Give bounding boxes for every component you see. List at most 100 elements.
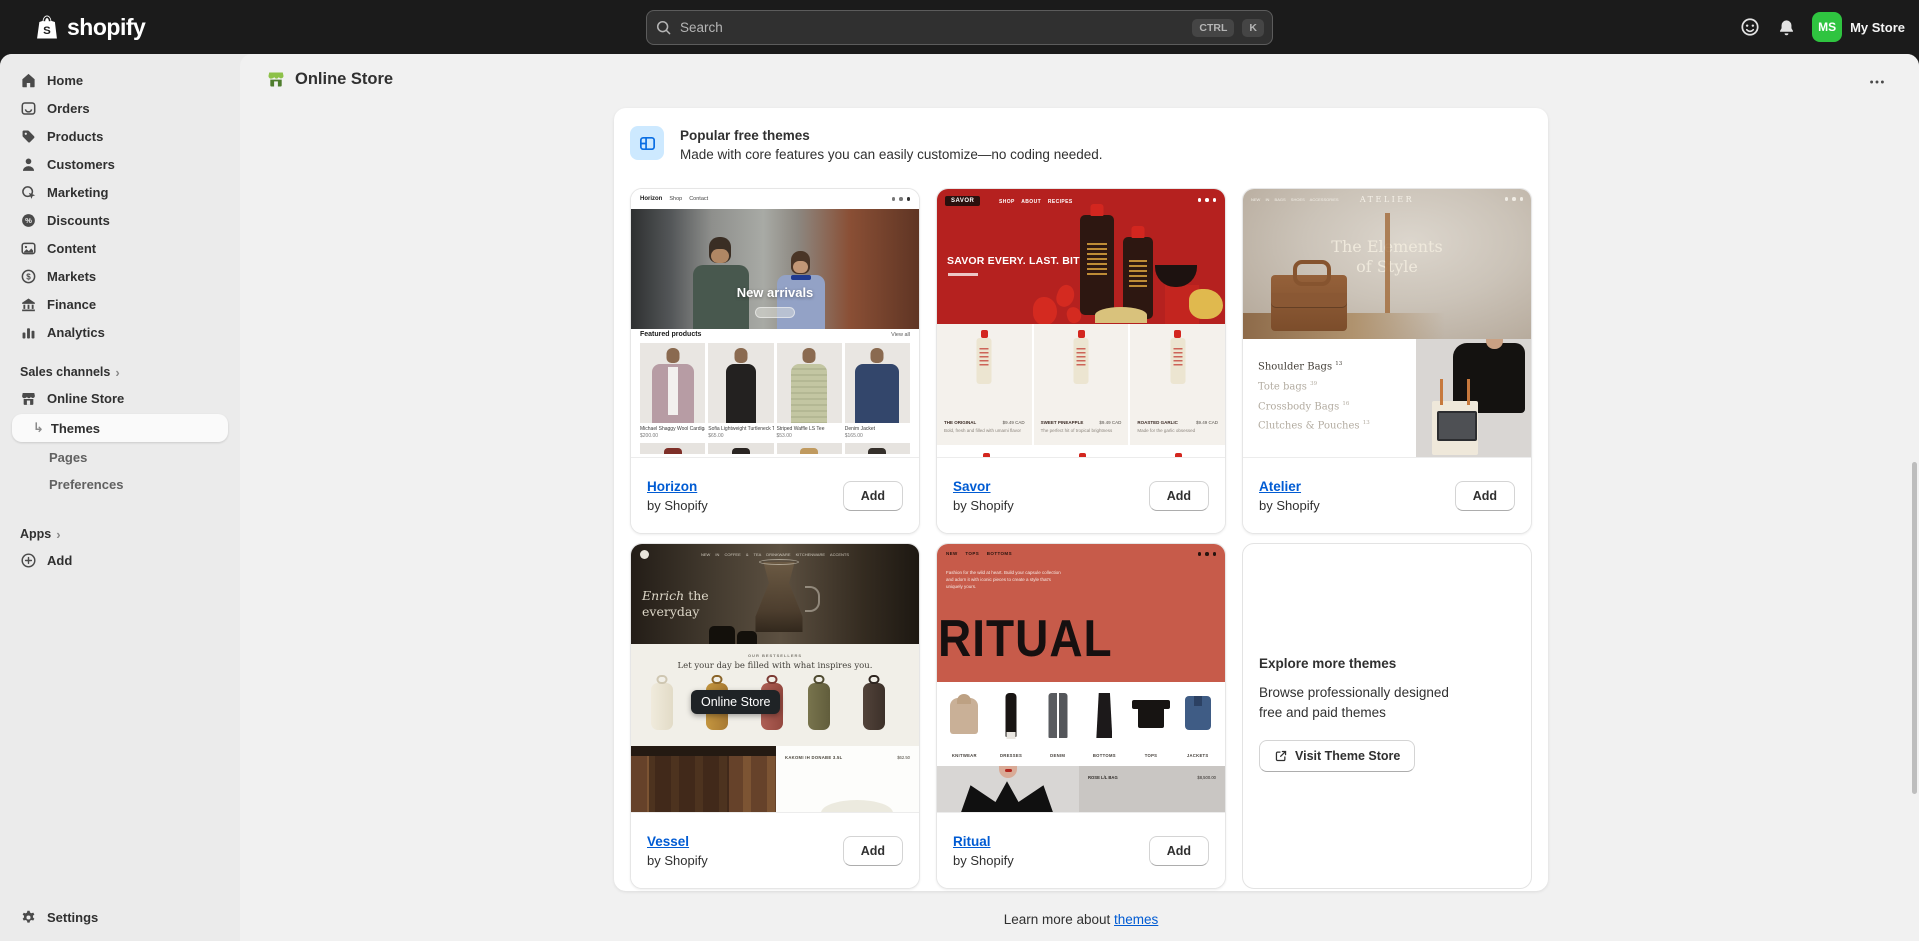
customers-icon bbox=[20, 156, 37, 173]
hero-tagline: Fashion for the wild at heart. Build you… bbox=[946, 569, 1064, 591]
store-menu[interactable]: MS My Store bbox=[1812, 12, 1905, 42]
sauce-bottle bbox=[1080, 215, 1114, 315]
page-title: Online Store bbox=[295, 70, 393, 89]
explore-title: Explore more themes bbox=[1259, 656, 1396, 671]
sidebar-item-content[interactable]: Content bbox=[12, 234, 228, 262]
notifications-bell-icon[interactable] bbox=[1777, 18, 1796, 37]
hero-image: SAVOR SHOP ABOUT RECIPES SAVOR EVERY. LA… bbox=[937, 189, 1225, 324]
theme-name-link[interactable]: Horizon bbox=[647, 479, 708, 494]
hero-image: NEW TOPS BOTTOMS Fashion for the wild at… bbox=[937, 544, 1225, 682]
popular-themes-panel: Popular free themes Made with core featu… bbox=[614, 108, 1548, 891]
learn-more-footer: Learn more about themes bbox=[614, 912, 1548, 927]
ritual-theme-preview[interactable]: NEW TOPS BOTTOMS Fashion for the wild at… bbox=[937, 544, 1225, 814]
product-tile: SWEET PINEAPPLE $9.49 CAD The perfect hi… bbox=[1034, 324, 1129, 445]
sidebar-item-preferences[interactable]: Preferences bbox=[12, 471, 228, 498]
chevron-right-icon: › bbox=[115, 366, 119, 379]
theme-author: by Shopify bbox=[953, 853, 1014, 868]
sidebar-label: Orders bbox=[47, 101, 90, 116]
add-theme-button[interactable]: Add bbox=[1455, 481, 1515, 511]
button-label: Visit Theme Store bbox=[1295, 749, 1400, 763]
sidebar-item-pages[interactable]: Pages bbox=[12, 444, 228, 471]
themes-help-link[interactable]: themes bbox=[1114, 912, 1158, 927]
gear-icon bbox=[20, 909, 37, 926]
sidebar-label: Markets bbox=[47, 269, 96, 284]
sidebar-label: Customers bbox=[47, 157, 115, 172]
add-theme-button[interactable]: Add bbox=[843, 481, 903, 511]
section-tagline: Let your day be filled with what inspire… bbox=[631, 661, 919, 671]
sidebar-item-add-app[interactable]: Add bbox=[12, 546, 228, 574]
sidebar-item-orders[interactable]: Orders bbox=[12, 94, 228, 122]
scrollbar-thumb[interactable] bbox=[1912, 462, 1917, 794]
add-theme-button[interactable]: Add bbox=[843, 836, 903, 866]
products-tag-icon bbox=[20, 128, 37, 145]
page-overflow-menu-button[interactable] bbox=[1863, 70, 1891, 94]
products-section: THE ORIGINAL $9.49 CAD Bold, fresh and f… bbox=[937, 324, 1225, 445]
sidebar-item-analytics[interactable]: Analytics bbox=[12, 318, 228, 346]
theme-card-atelier: NEW IN BAGS SHOES ACCESSORIES ATELIER Th… bbox=[1242, 188, 1532, 534]
theme-name-link[interactable]: Ritual bbox=[953, 834, 1014, 849]
preview-brand: SAVOR bbox=[945, 196, 980, 206]
theme-card-vessel: NEW IN COFFEE & TEA DRINKWARE KITCHENWAR… bbox=[630, 543, 920, 889]
sidebar-label: Pages bbox=[49, 450, 87, 465]
analytics-bars-icon bbox=[20, 324, 37, 341]
apps-label: Apps bbox=[20, 527, 51, 541]
hero-title: New arrivals bbox=[631, 285, 919, 300]
sidekick-icon[interactable] bbox=[1739, 16, 1761, 38]
online-store-green-icon bbox=[266, 69, 286, 89]
product-tile: ROASTED GARLIC $9.49 CAD Made for the ga… bbox=[1130, 324, 1225, 445]
cursor-tooltip: Online Store bbox=[691, 690, 780, 714]
shopify-logo[interactable]: S shopify bbox=[34, 13, 145, 41]
sales-channels-header[interactable]: Sales channels › bbox=[0, 360, 240, 384]
category-item: Shoulder Bags 13 bbox=[1258, 361, 1416, 372]
theme-author: by Shopify bbox=[647, 498, 708, 513]
add-theme-button[interactable]: Add bbox=[1149, 481, 1209, 511]
ginger-root bbox=[1189, 289, 1223, 319]
shopify-bag-icon: S bbox=[34, 13, 60, 41]
sidebar-label: Finance bbox=[47, 297, 96, 312]
apps-header[interactable]: Apps › bbox=[0, 522, 240, 546]
sidebar-item-marketing[interactable]: Marketing bbox=[12, 178, 228, 206]
horizon-theme-preview[interactable]: Horizon Shop Contact bbox=[631, 189, 919, 459]
theme-name-link[interactable]: Vessel bbox=[647, 834, 708, 849]
product-tile: Michael Shaggy Wool Cardigan $200.00 bbox=[640, 343, 705, 439]
theme-author: by Shopify bbox=[1259, 498, 1320, 513]
category-item: Crossbody Bags 16 bbox=[1258, 401, 1416, 412]
vessel-theme-preview[interactable]: NEW IN COFFEE & TEA DRINKWARE KITCHENWAR… bbox=[631, 544, 919, 814]
category-tile: DENIM bbox=[1034, 690, 1081, 766]
add-theme-button[interactable]: Add bbox=[1149, 836, 1209, 866]
preview-nav-icons bbox=[892, 197, 911, 201]
svg-text:$: $ bbox=[26, 272, 31, 281]
sidebar-item-customers[interactable]: Customers bbox=[12, 150, 228, 178]
theme-name-link[interactable]: Atelier bbox=[1259, 479, 1320, 494]
theme-author: by Shopify bbox=[647, 853, 708, 868]
content-icon bbox=[20, 240, 37, 257]
chevron-right-icon: › bbox=[56, 528, 60, 541]
shopify-wordmark: shopify bbox=[67, 14, 145, 41]
theme-card-ritual: NEW TOPS BOTTOMS Fashion for the wild at… bbox=[936, 543, 1226, 889]
sidebar-label: Content bbox=[47, 241, 96, 256]
sidebar-item-discounts[interactable]: % Discounts bbox=[12, 206, 228, 234]
search-input[interactable] bbox=[680, 20, 1184, 35]
visit-theme-store-button[interactable]: Visit Theme Store bbox=[1259, 740, 1415, 772]
section-eyebrow: OUR BESTSELLERS bbox=[631, 653, 919, 658]
sidebar-item-markets[interactable]: $ Markets bbox=[12, 262, 228, 290]
atelier-theme-preview[interactable]: NEW IN BAGS SHOES ACCESSORIES ATELIER Th… bbox=[1243, 189, 1531, 459]
storefront-icon bbox=[20, 390, 37, 407]
sidebar-label: Marketing bbox=[47, 185, 108, 200]
global-search[interactable]: CTRL K bbox=[646, 10, 1273, 45]
sidebar-item-settings[interactable]: Settings bbox=[12, 903, 228, 931]
preview-navbar: Horizon Shop Contact bbox=[631, 189, 919, 209]
sidebar-item-products[interactable]: Products bbox=[12, 122, 228, 150]
sidebar-item-finance[interactable]: Finance bbox=[12, 290, 228, 318]
theme-card-footer: Savor by Shopify Add bbox=[937, 457, 1225, 533]
preview-nav-icons bbox=[1505, 197, 1524, 201]
sidebar-label: Products bbox=[47, 129, 103, 144]
return-arrow-icon: ↳ bbox=[33, 420, 44, 436]
savor-theme-preview[interactable]: SAVOR SHOP ABOUT RECIPES SAVOR EVERY. LA… bbox=[937, 189, 1225, 459]
product-price: $62.50 bbox=[897, 755, 910, 760]
sidebar-item-home[interactable]: Home bbox=[12, 66, 228, 94]
category-photo bbox=[1416, 339, 1531, 459]
theme-name-link[interactable]: Savor bbox=[953, 479, 1014, 494]
sidebar-item-themes-selected[interactable]: ↳ Themes bbox=[12, 414, 228, 442]
sidebar-item-online-store[interactable]: Online Store bbox=[12, 384, 228, 412]
